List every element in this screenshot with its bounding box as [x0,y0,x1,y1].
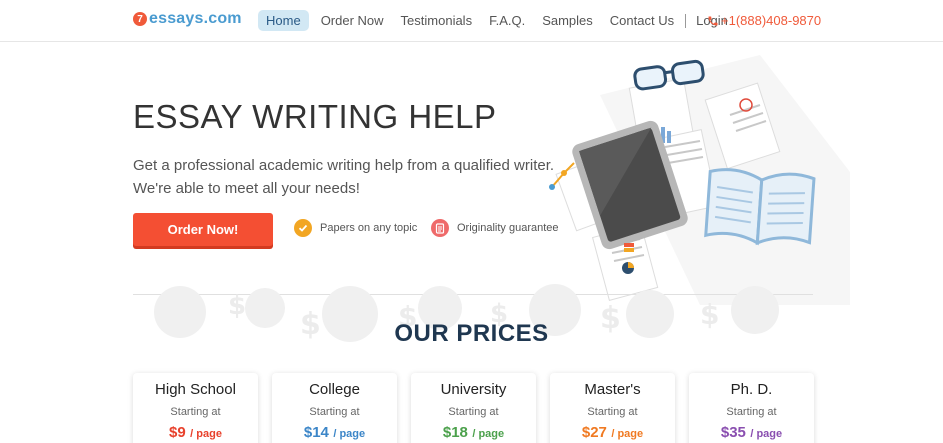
phone-icon [708,16,718,25]
logo-badge: 7 [133,12,147,26]
nav-separator [685,13,687,28]
price-card-masters[interactable]: Master's Starting at $27 / page [550,373,675,443]
price-unit: / page [750,428,783,440]
price-unit: / page [472,428,505,440]
phone-link[interactable]: +1(888)408-9870 [707,13,821,28]
price-value: $18 [442,424,468,441]
price-card-price: $9 / page [133,424,258,442]
nav-order-now[interactable]: Order Now [313,10,392,31]
price-unit: / page [611,428,644,440]
price-card-starting-label: Starting at [726,406,777,418]
price-card-college[interactable]: College Starting at $14 / page [272,373,397,443]
price-card-high-school[interactable]: High School Starting at $9 / page [133,373,258,443]
nav-samples[interactable]: Samples [534,10,601,31]
price-card-phd[interactable]: Ph. D. Starting at $35 / page [689,373,814,443]
hero-title: ESSAY WRITING HELP [133,98,497,135]
price-card-price: $14 / page [272,424,397,442]
nav-home[interactable]: Home [258,10,309,31]
nav-faq[interactable]: F.A.Q. [481,10,533,31]
price-card-starting-label: Starting at [448,406,499,418]
price-card-starting-label: Starting at [587,406,638,418]
hero-subtitle-line-1: Get a professional academic writing help… [133,157,555,174]
price-unit: / page [190,428,222,440]
price-card-starting-label: Starting at [309,406,360,418]
hero-illustration [549,55,850,305]
site-header: 7 essays.com Home Order Now Testimonials… [0,0,943,42]
svg-text:$: $ [228,291,246,321]
price-card-university[interactable]: University Starting at $18 / page [411,373,536,443]
price-card-name: Master's [584,381,641,398]
price-card-price: $18 / page [411,424,536,442]
price-value: $14 [303,424,329,441]
nav-testimonials[interactable]: Testimonials [393,10,481,31]
order-now-button[interactable]: Order Now! [133,213,273,246]
phone-number: +1(888)408-9870 [721,13,822,28]
feature-papers-label: Papers on any topic [320,222,418,234]
logo-text: essays.com [149,10,242,27]
price-card-name: College [309,381,360,398]
prices-title: OUR PRICES [394,320,549,347]
main-nav: Home Order Now Testimonials F.A.Q. Sampl… [258,10,737,31]
price-card-price: $27 / page [550,424,675,442]
document-icon [431,219,449,237]
price-card-price: $35 / page [689,424,814,442]
price-value: $35 [720,424,746,441]
hero-subtitle: Get a professional academic writing help… [133,154,554,200]
price-card-starting-label: Starting at [170,406,221,418]
price-unit: / page [333,428,366,440]
logo[interactable]: 7 essays.com [133,10,242,28]
price-card-name: University [440,381,507,398]
price-value: $27 [581,424,607,441]
nav-contact-us[interactable]: Contact Us [602,10,682,31]
price-value: $9 [169,424,186,441]
price-card-name: High School [155,381,236,398]
price-cards: High School Starting at $9 / page Colleg… [133,373,814,443]
price-card-name: Ph. D. [730,381,773,398]
feature-papers: Papers on any topic [294,219,417,237]
check-badge-icon [294,219,312,237]
hero-subtitle-line-2: We're able to meet all your needs! [133,180,360,197]
open-book-icon [704,168,816,246]
